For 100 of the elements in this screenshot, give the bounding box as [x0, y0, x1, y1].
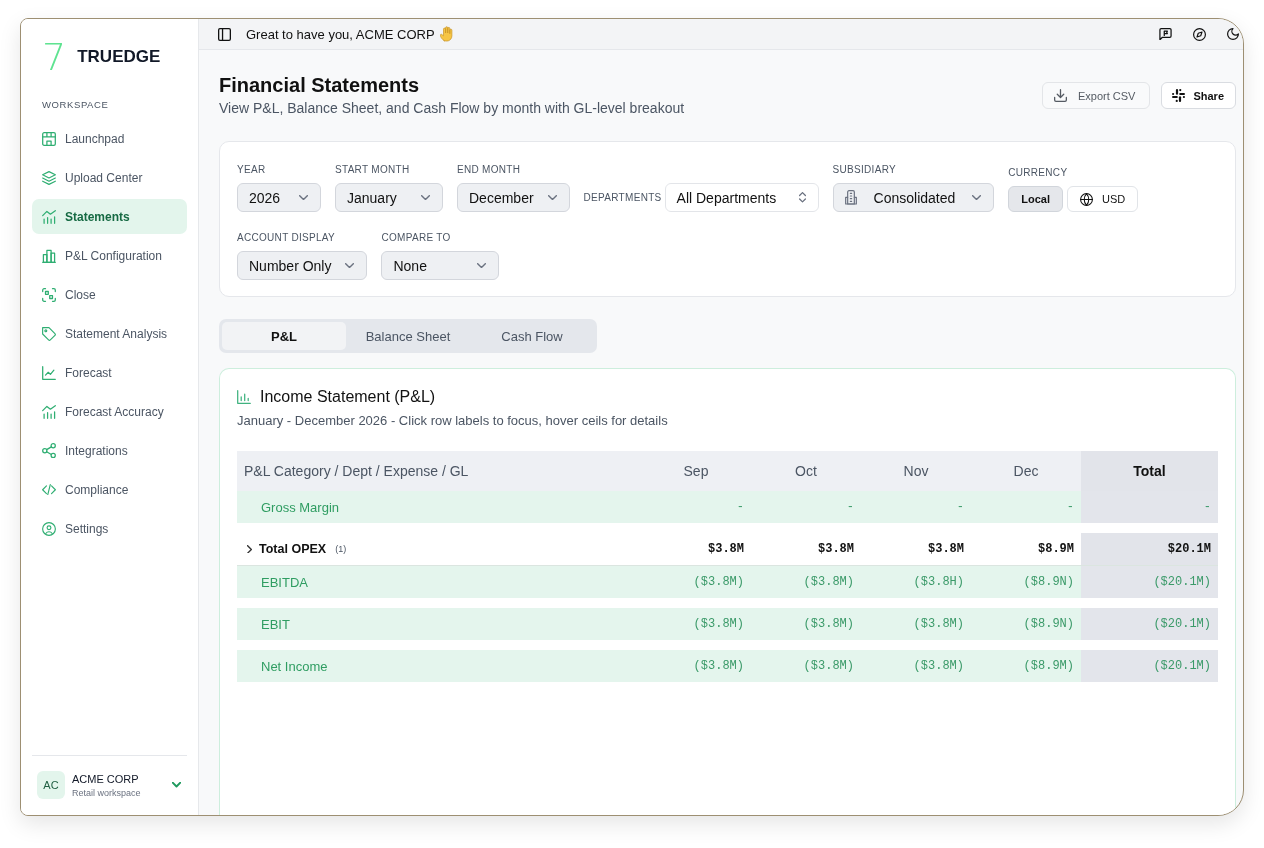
card-title: Income Statement (P&L): [260, 387, 436, 407]
globe-icon: [1080, 192, 1093, 206]
compass-icon[interactable]: [1193, 27, 1206, 41]
logo-mark: 7: [42, 39, 67, 75]
column-header: Total: [1081, 451, 1218, 491]
dropdown[interactable]: All Departments: [664, 183, 819, 212]
field-label: CURRENCY: [1008, 167, 1069, 179]
nav-item[interactable]: Settings: [32, 511, 187, 546]
table-cell-text: ($3.8M): [802, 616, 855, 633]
chevron-down-icon: [421, 194, 430, 201]
table-cell-text: $8.9M: [1037, 541, 1075, 558]
field-label: ACCOUNT DISPLAY: [237, 232, 337, 244]
count-label: (1): [335, 544, 347, 554]
column-header: Oct: [794, 462, 818, 481]
section-label: WORKSPACE: [42, 99, 110, 111]
updown-chevron-icon: [798, 192, 806, 203]
segment-button[interactable]: USD: [1067, 186, 1139, 212]
table-cell-text: ($3.8H): [912, 574, 965, 591]
chevron-down-icon[interactable]: [172, 782, 181, 788]
table-cell-text: $3.8M: [927, 541, 965, 558]
table-cell-text: ($8.9N): [1022, 616, 1075, 633]
chevron-right-icon[interactable]: [247, 544, 252, 554]
segment-button[interactable]: Local: [1008, 186, 1063, 212]
column-header: Nov: [902, 462, 930, 481]
table-cell: ($20.1M): [1081, 650, 1218, 682]
chevron-down-icon: [299, 194, 308, 201]
account-subtitle: Retail workspace: [72, 787, 142, 798]
table-cell-text: -: [845, 499, 855, 516]
moon-icon[interactable]: [1227, 28, 1239, 40]
table-cell: $20.1M: [1081, 533, 1218, 565]
table-cell-text: ($3.8M): [692, 658, 745, 675]
export-button[interactable]: Export CSV: [1041, 82, 1151, 109]
pinwheel-icon: [1172, 89, 1186, 102]
download-icon: [1053, 89, 1067, 102]
field-label: COMPARE TO: [381, 232, 452, 244]
scan-icon: [42, 287, 56, 302]
table-cell-text: $3.8M: [707, 541, 745, 558]
chevron-down-icon: [477, 262, 487, 269]
waving-hand-icon: [439, 26, 454, 42]
brand-name: TRUEDGE: [77, 47, 161, 67]
nav-item[interactable]: Forecast: [32, 355, 187, 390]
trend-bars-icon: [42, 209, 56, 224]
nav-item[interactable]: Compliance: [32, 472, 187, 507]
storefront-icon: [42, 131, 56, 146]
table-cell-text: $3.8M: [817, 541, 855, 558]
dropdown[interactable]: January: [335, 183, 443, 212]
table-cell-text: ($3.8M): [692, 574, 745, 591]
table-cell: -: [1081, 491, 1218, 523]
column-header: P&L Category / Dept / Expense / GL: [243, 462, 470, 481]
table-cell-text: -: [1065, 499, 1075, 516]
account-name: ACME CORP: [72, 772, 140, 785]
line-chart-icon: [42, 365, 56, 380]
nav-item[interactable]: Integrations: [32, 433, 187, 468]
card-subtitle: January - December 2026 - Click row labels to focus, hover ceils for details: [237, 413, 669, 429]
nav-item[interactable]: Upload Center: [32, 160, 187, 195]
field-label: START MONTH: [335, 164, 411, 176]
nav-item[interactable]: Close: [32, 277, 187, 312]
chevron-down-icon: [972, 194, 982, 201]
table-cell-text: ($3.8M): [912, 658, 965, 675]
chevron-down-icon: [345, 262, 355, 269]
table-cell-text: ($3.8M): [692, 616, 745, 633]
table-cell-text: ($3.8M): [802, 658, 855, 675]
tab[interactable]: P&L: [222, 322, 346, 350]
dropdown[interactable]: None: [381, 251, 500, 280]
row-label[interactable]: Total OPEX: [259, 542, 327, 556]
nav-item[interactable]: Launchpad: [32, 121, 187, 156]
trend-bars-icon: [42, 404, 56, 419]
tab[interactable]: Cash Flow: [470, 322, 594, 350]
nav-item[interactable]: Statement Analysis: [32, 316, 187, 351]
greeting-text: Great to have you, ACME CORP: [246, 26, 435, 42]
dropdown[interactable]: December: [457, 183, 570, 212]
building-icon: [844, 190, 857, 205]
chat-bubble-icon[interactable]: [1159, 27, 1172, 41]
bar-chart-icon: [237, 390, 251, 404]
field-label: DEPARTMENTS: [583, 191, 662, 204]
table-cell-text: ($3.8M): [802, 574, 855, 591]
user-circle-icon: [42, 521, 56, 536]
account-avatar: AC: [37, 771, 65, 799]
sidebar-toggle-icon[interactable]: [218, 27, 231, 41]
dropdown[interactable]: Consolidated: [832, 183, 995, 212]
table-cell: ($20.1M): [1081, 608, 1218, 640]
table-cell-text: ($3.8M): [912, 616, 965, 633]
table-cell-text: -: [955, 499, 965, 516]
tab[interactable]: Balance Sheet: [346, 322, 470, 350]
nav-item[interactable]: P&L Configuration: [32, 238, 187, 273]
nav-item[interactable]: Forecast Accuracy: [32, 394, 187, 429]
field-label: END MONTH: [457, 164, 522, 176]
dropdown[interactable]: 2026: [237, 183, 321, 212]
code-icon: [42, 483, 56, 496]
field-label: SUBSIDIARY: [832, 164, 897, 176]
bar-chart-icon: [42, 248, 56, 263]
field-label: YEAR: [237, 164, 267, 176]
page-title: Financial Statements: [219, 73, 421, 97]
nav-item[interactable]: Statements: [32, 199, 187, 234]
column-header: Dec: [1012, 462, 1040, 481]
dropdown[interactable]: Number Only: [237, 251, 368, 280]
table-cell-text: -: [735, 499, 745, 516]
table-cell: ($20.1M): [1081, 566, 1218, 598]
table-cell-text: ($8.9M): [1022, 658, 1075, 675]
share-button[interactable]: Share: [1161, 82, 1236, 109]
